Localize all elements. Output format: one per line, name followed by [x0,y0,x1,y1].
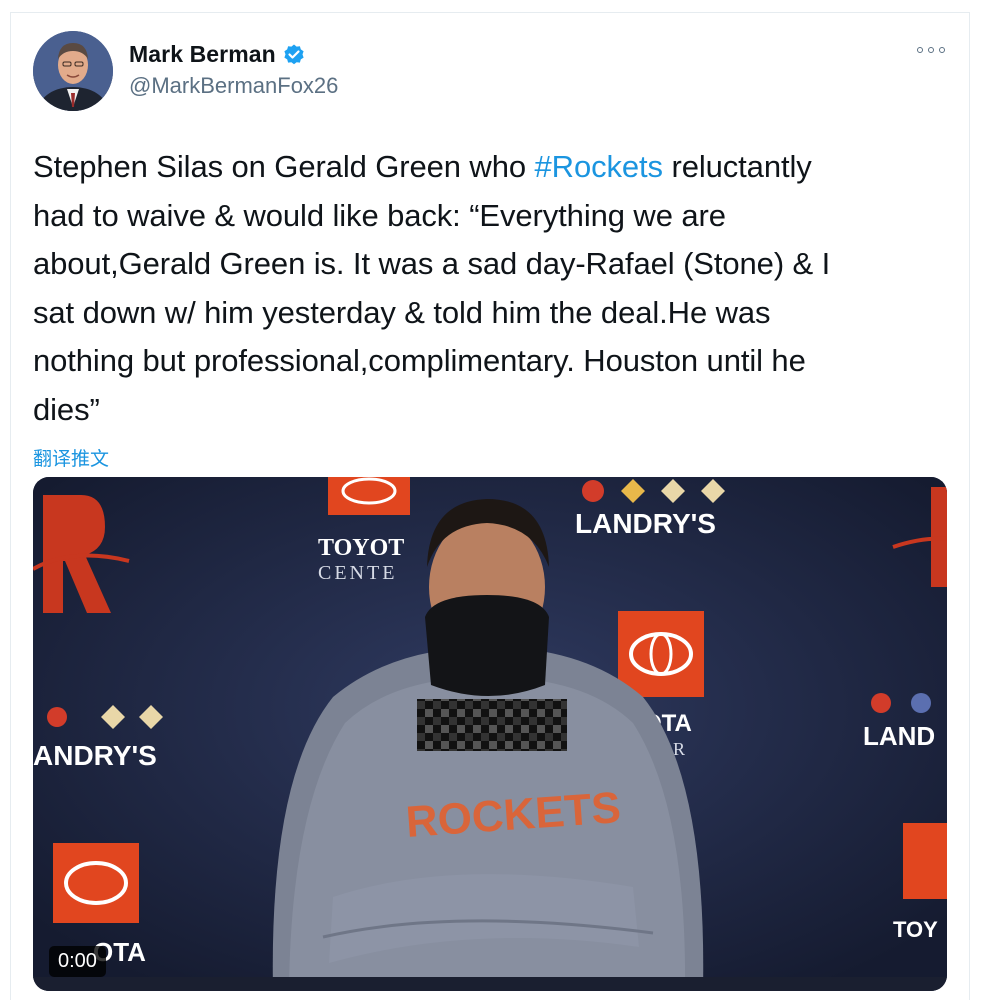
backdrop-text-landrys: LANDRY'S [575,508,716,539]
author-avatar[interactable] [33,31,113,111]
backdrop-text-toyota: TOYOT [318,535,404,561]
more-dot-icon [917,47,923,53]
verified-badge-icon [282,43,306,67]
svg-text:ANDRY'S: ANDRY'S [33,740,157,771]
author-handle[interactable]: @MarkBermanFox26 [129,73,338,99]
pixelated-mic [417,699,567,751]
tweet-text-before: Stephen Silas on Gerald Green who [33,149,535,184]
more-dot-icon [939,47,945,53]
hashtag-link[interactable]: #Rockets [535,149,664,184]
svg-text:TOY: TOY [893,917,938,942]
tweet-text: Stephen Silas on Gerald Green who #Rocke… [33,143,953,434]
face-mask [425,595,549,696]
author-name[interactable]: Mark Berman [129,41,276,68]
more-options-icon[interactable] [917,43,945,57]
more-dot-icon [928,47,934,53]
author-name-row[interactable]: Mark Berman [129,41,306,68]
video-frame: TOYOT CENTE LANDRY'S OTA TER AND [33,477,947,991]
video-timestamp: 0:00 [49,946,106,977]
translate-tweet-link[interactable]: 翻译推文 [33,444,109,471]
tweet-card: Mark Berman @MarkBermanFox26 Stephen Sil… [10,12,970,1000]
tweet-text-after: reluctantly had to waive & would like ba… [33,149,831,427]
video-player[interactable]: TOYOT CENTE LANDRY'S OTA TER AND [33,477,947,991]
landrys-diamonds [621,479,725,503]
avatar-portrait [33,31,113,111]
svg-text:LAND: LAND [863,721,935,751]
toyota-logo-box [328,477,410,515]
backdrop-text-center: CENTE [318,562,397,584]
